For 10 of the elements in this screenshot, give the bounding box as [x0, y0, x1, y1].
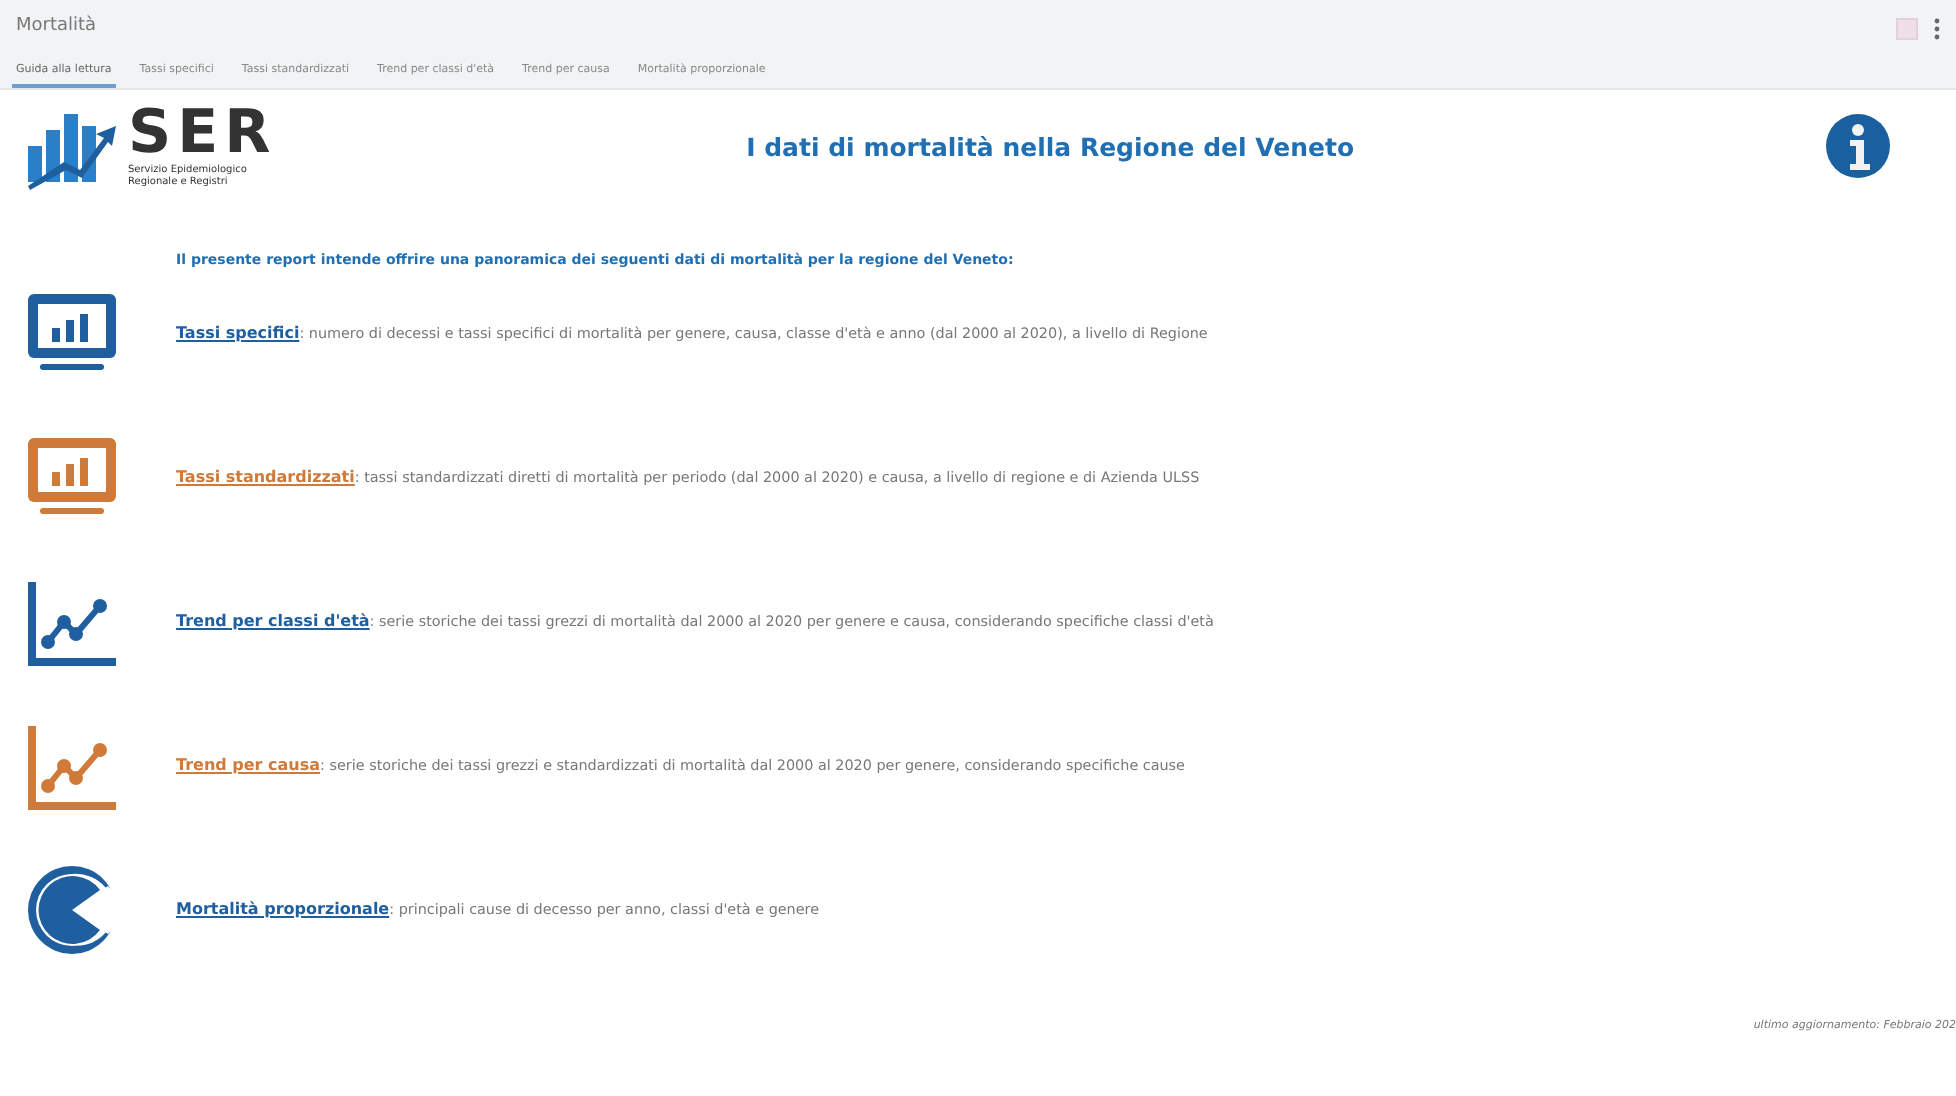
- section-link[interactable]: Mortalità proporzionale: [176, 900, 390, 918]
- info-icon[interactable]: [1824, 112, 1892, 180]
- page-heading: I dati di mortalità nella Regione del Veneto: [746, 132, 1355, 162]
- logo-acronym: SER: [128, 104, 277, 164]
- section-link[interactable]: Trend per causa: [176, 756, 321, 774]
- section-link[interactable]: Tassi specifici: [176, 324, 300, 342]
- window-title: Mortalità: [16, 14, 97, 41]
- section-link[interactable]: Tassi standardizzati: [176, 468, 355, 486]
- more-menu-icon[interactable]: [1934, 17, 1940, 39]
- section-link[interactable]: Trend per classi d'età: [176, 612, 370, 630]
